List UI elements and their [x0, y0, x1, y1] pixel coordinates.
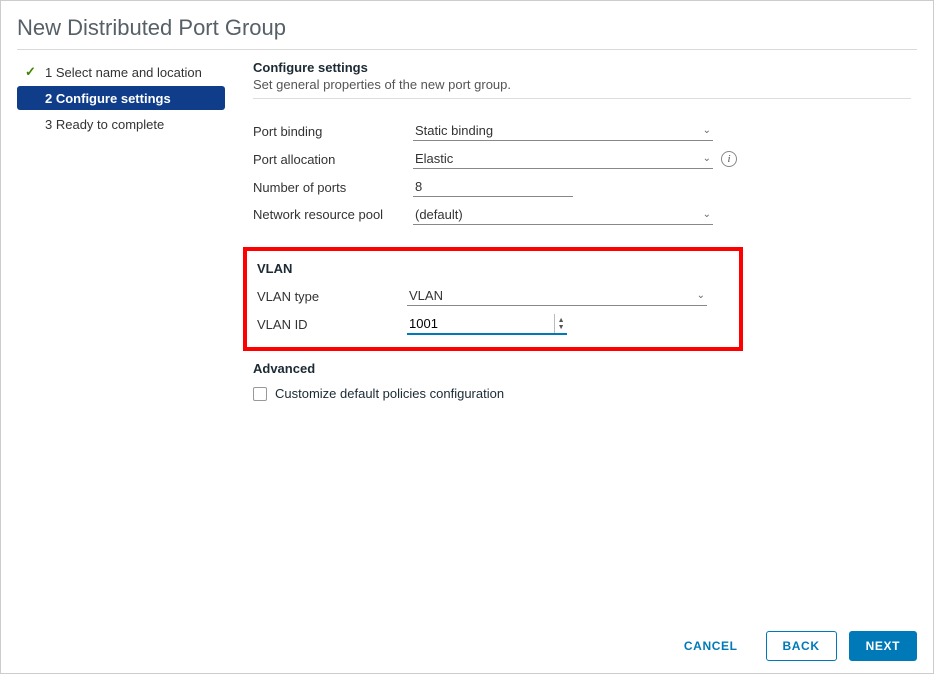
row-port-binding: Port binding Static binding ⌄	[253, 121, 911, 141]
row-vlan-type: VLAN type VLAN ⌄	[257, 286, 729, 306]
vlan-type-select[interactable]: VLAN	[407, 286, 707, 306]
check-icon: ✓	[25, 64, 39, 80]
vlan-highlight-box: VLAN VLAN type VLAN ⌄ VLAN ID	[243, 247, 743, 351]
wizard-steps: ✓ 1 Select name and location ✓ 2 Configu…	[17, 60, 225, 401]
vlan-id-input[interactable]	[407, 314, 554, 333]
dialog-content: ✓ 1 Select name and location ✓ 2 Configu…	[17, 60, 917, 401]
number-of-ports-label: Number of ports	[253, 180, 413, 195]
row-vlan-id: VLAN ID ▲ ▼	[257, 314, 729, 335]
back-button[interactable]: BACK	[766, 631, 837, 661]
next-button[interactable]: NEXT	[849, 631, 917, 661]
row-number-of-ports: Number of ports	[253, 177, 911, 197]
number-of-ports-input[interactable]	[413, 177, 573, 197]
vlan-heading: VLAN	[257, 261, 729, 276]
step-label: 1 Select name and location	[45, 65, 202, 80]
vlan-id-label: VLAN ID	[257, 317, 407, 332]
title-separator	[17, 49, 917, 50]
dialog-footer: CANCEL BACK NEXT	[668, 631, 917, 661]
stepper-up-icon[interactable]: ▲	[555, 317, 567, 324]
network-resource-pool-select[interactable]: (default)	[413, 205, 713, 225]
step-label: 3 Ready to complete	[45, 117, 164, 132]
row-port-allocation: Port allocation Elastic ⌄ i	[253, 149, 911, 169]
row-customize-policies[interactable]: Customize default policies configuration	[253, 386, 911, 401]
step-configure-settings[interactable]: ✓ 2 Configure settings	[17, 86, 225, 110]
info-icon[interactable]: i	[721, 151, 737, 167]
port-binding-label: Port binding	[253, 124, 413, 139]
stepper-down-icon[interactable]: ▼	[555, 324, 567, 331]
port-binding-select[interactable]: Static binding	[413, 121, 713, 141]
step-ready-to-complete[interactable]: ✓ 3 Ready to complete	[17, 112, 225, 136]
step-label: 2 Configure settings	[45, 91, 171, 106]
vlan-id-stepper[interactable]: ▲ ▼	[554, 314, 567, 333]
section-heading: Configure settings	[253, 60, 911, 75]
customize-policies-checkbox[interactable]	[253, 387, 267, 401]
step-select-name-location[interactable]: ✓ 1 Select name and location	[17, 60, 225, 84]
section-separator	[253, 98, 911, 99]
new-distributed-port-group-dialog: New Distributed Port Group ✓ 1 Select na…	[0, 0, 934, 674]
customize-policies-label: Customize default policies configuration	[275, 386, 504, 401]
cancel-button[interactable]: CANCEL	[668, 632, 754, 660]
port-allocation-select[interactable]: Elastic	[413, 149, 713, 169]
dialog-title: New Distributed Port Group	[17, 15, 917, 41]
advanced-heading: Advanced	[253, 361, 911, 376]
port-allocation-label: Port allocation	[253, 152, 413, 167]
check-icon: ✓	[25, 90, 39, 106]
main-panel: Configure settings Set general propertie…	[253, 60, 917, 401]
check-icon: ✓	[25, 116, 39, 132]
section-description: Set general properties of the new port g…	[253, 77, 911, 92]
network-resource-pool-label: Network resource pool	[253, 205, 413, 225]
row-network-resource-pool: Network resource pool (default) ⌄	[253, 205, 911, 225]
vlan-type-label: VLAN type	[257, 289, 407, 304]
